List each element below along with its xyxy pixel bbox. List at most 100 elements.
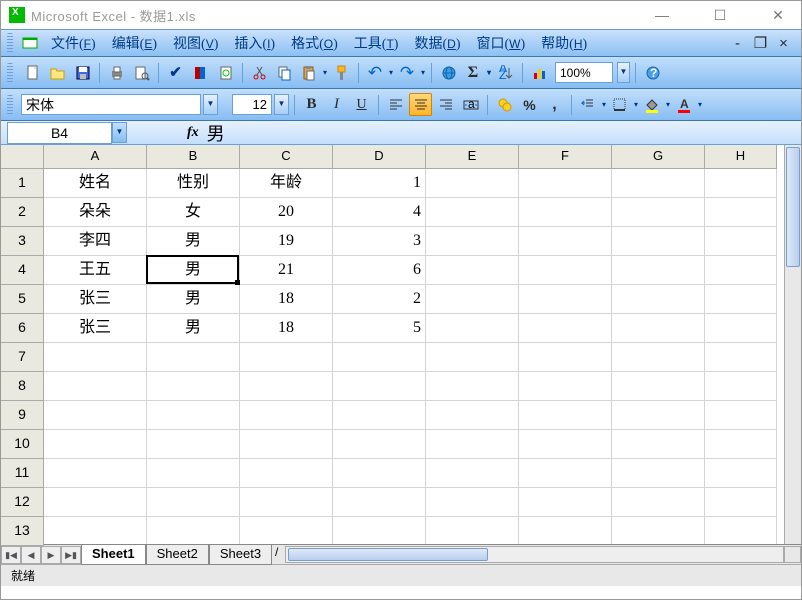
font-size-selector[interactable]: 12 <box>232 94 272 115</box>
comma-button[interactable]: , <box>543 93 566 116</box>
cell-E5[interactable] <box>426 285 519 314</box>
row-head-7[interactable]: 7 <box>1 343 44 372</box>
cell-G5[interactable] <box>612 285 705 314</box>
cell-H10[interactable] <box>705 430 777 459</box>
cell-B7[interactable] <box>147 343 240 372</box>
cell-C7[interactable] <box>240 343 333 372</box>
cell-E10[interactable] <box>426 430 519 459</box>
cell-B1[interactable]: 性别 <box>147 169 240 198</box>
row-head-5[interactable]: 5 <box>1 285 44 314</box>
cell-C4[interactable]: 21 <box>240 256 333 285</box>
cell-F7[interactable] <box>519 343 612 372</box>
tab-nav-last[interactable]: ▶▮ <box>61 546 81 564</box>
cell-H9[interactable] <box>705 401 777 430</box>
cell-B4[interactable]: 男 <box>147 256 240 285</box>
cell-F11[interactable] <box>519 459 612 488</box>
menu-v[interactable]: 视图(V) <box>165 29 226 57</box>
cell-B10[interactable] <box>147 430 240 459</box>
copy-button[interactable] <box>273 61 296 84</box>
cell-H7[interactable] <box>705 343 777 372</box>
percent-button[interactable]: % <box>518 93 541 116</box>
cell-C13[interactable] <box>240 517 333 544</box>
cell-E11[interactable] <box>426 459 519 488</box>
menu-i[interactable]: 插入(I) <box>226 29 283 57</box>
spelling-button[interactable]: ✔ <box>164 61 187 84</box>
cell-C12[interactable] <box>240 488 333 517</box>
zoom-input[interactable]: 100% <box>555 62 613 83</box>
cell-F8[interactable] <box>519 372 612 401</box>
cell-G11[interactable] <box>612 459 705 488</box>
cell-H8[interactable] <box>705 372 777 401</box>
align-center-button[interactable] <box>409 93 432 116</box>
decrease-indent-button[interactable] <box>577 93 607 116</box>
cell-C1[interactable]: 年龄 <box>240 169 333 198</box>
row-head-8[interactable]: 8 <box>1 372 44 401</box>
fill-color-button[interactable] <box>641 93 671 116</box>
research-button[interactable] <box>189 61 212 84</box>
row-head-2[interactable]: 2 <box>1 198 44 227</box>
sheet-tab-sheet2[interactable]: Sheet2 <box>146 545 209 565</box>
col-head-H[interactable]: H <box>705 145 777 169</box>
scroll-thumb[interactable] <box>786 147 800 267</box>
menu-f[interactable]: 文件(F) <box>43 29 104 57</box>
cell-A9[interactable] <box>44 401 147 430</box>
name-box[interactable]: B4 <box>7 122 112 144</box>
menu-t[interactable]: 工具(T) <box>346 29 407 57</box>
cell-E7[interactable] <box>426 343 519 372</box>
cell-A12[interactable] <box>44 488 147 517</box>
cell-E8[interactable] <box>426 372 519 401</box>
undo-button[interactable]: ↶ <box>364 61 394 84</box>
menu-o[interactable]: 格式(O) <box>283 29 346 57</box>
cell-A11[interactable] <box>44 459 147 488</box>
open-button[interactable] <box>46 61 69 84</box>
cell-D2[interactable]: 4 <box>333 198 426 227</box>
mdi-restore-button[interactable]: ❐ <box>749 32 772 55</box>
cell-C5[interactable]: 18 <box>240 285 333 314</box>
cell-G3[interactable] <box>612 227 705 256</box>
cell-H13[interactable] <box>705 517 777 544</box>
font-dropdown[interactable]: ▼ <box>203 94 218 115</box>
row-head-6[interactable]: 6 <box>1 314 44 343</box>
font-size-dropdown[interactable]: ▼ <box>274 94 289 115</box>
cell-A13[interactable] <box>44 517 147 544</box>
cell-E2[interactable] <box>426 198 519 227</box>
row-head-12[interactable]: 12 <box>1 488 44 517</box>
cell-C11[interactable] <box>240 459 333 488</box>
cell-H6[interactable] <box>705 314 777 343</box>
cell-E12[interactable] <box>426 488 519 517</box>
cell-F6[interactable] <box>519 314 612 343</box>
cell-D9[interactable] <box>333 401 426 430</box>
row-head-9[interactable]: 9 <box>1 401 44 430</box>
select-all-corner[interactable] <box>1 145 44 169</box>
col-head-A[interactable]: A <box>44 145 147 169</box>
excel-icon[interactable] <box>21 34 39 52</box>
col-head-G[interactable]: G <box>612 145 705 169</box>
formula-value[interactable]: 男 <box>207 120 225 146</box>
cell-E9[interactable] <box>426 401 519 430</box>
print-preview-button[interactable] <box>130 61 153 84</box>
name-box-dropdown[interactable]: ▼ <box>112 122 127 143</box>
cell-B3[interactable]: 男 <box>147 227 240 256</box>
sheet-tab-sheet1[interactable]: Sheet1 <box>81 545 146 565</box>
vertical-scrollbar[interactable] <box>784 145 801 544</box>
row-head-13[interactable]: 13 <box>1 517 44 546</box>
cell-D12[interactable] <box>333 488 426 517</box>
cell-B13[interactable] <box>147 517 240 544</box>
cell-A2[interactable]: 朵朵 <box>44 198 147 227</box>
font-color-button[interactable]: A <box>673 93 703 116</box>
currency-button[interactable] <box>493 93 516 116</box>
toolbar-handle[interactable] <box>7 95 13 115</box>
cell-D11[interactable] <box>333 459 426 488</box>
bold-button[interactable]: B <box>300 93 323 116</box>
tab-nav-prev[interactable]: ◀ <box>21 546 41 564</box>
paste-button[interactable] <box>298 61 328 84</box>
cell-A10[interactable] <box>44 430 147 459</box>
save-button[interactable] <box>71 61 94 84</box>
cell-B6[interactable]: 男 <box>147 314 240 343</box>
cell-B5[interactable]: 男 <box>147 285 240 314</box>
cell-G6[interactable] <box>612 314 705 343</box>
cell-D8[interactable] <box>333 372 426 401</box>
cell-F10[interactable] <box>519 430 612 459</box>
cell-F5[interactable] <box>519 285 612 314</box>
cell-F9[interactable] <box>519 401 612 430</box>
